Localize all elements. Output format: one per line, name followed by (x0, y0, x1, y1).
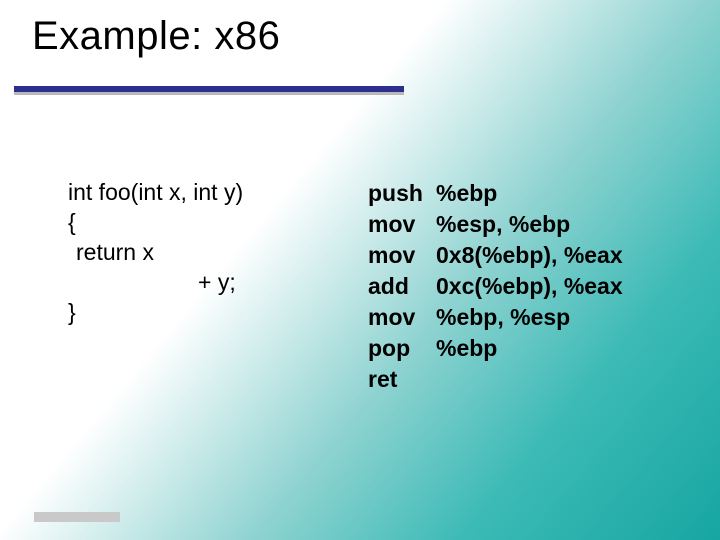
asm-line: mov%ebp, %esp (368, 302, 623, 333)
slide-title: Example: x86 (32, 14, 280, 59)
asm-op: ret (368, 364, 436, 395)
asm-op: mov (368, 209, 436, 240)
source-code-block: int foo(int x, int y) { return x + y; } (68, 178, 368, 327)
asm-args: %ebp (436, 335, 497, 361)
assembly-block: push%ebp mov%esp, %ebp mov0x8(%ebp), %ea… (368, 178, 623, 395)
asm-op: mov (368, 240, 436, 271)
title-underline-shadow (14, 92, 404, 95)
asm-args: 0xc(%ebp), %eax (436, 273, 623, 299)
slide: Example: x86 int foo(int x, int y) { ret… (0, 0, 720, 540)
asm-op: add (368, 271, 436, 302)
footer-accent (34, 512, 120, 522)
asm-line: mov%esp, %ebp (368, 209, 623, 240)
asm-args: %ebp (436, 180, 497, 206)
asm-line: pop%ebp (368, 333, 623, 364)
asm-line: ret (368, 364, 623, 395)
asm-args: %ebp, %esp (436, 304, 570, 330)
code-line: + y; (68, 268, 368, 298)
asm-args: %esp, %ebp (436, 211, 570, 237)
asm-op: pop (368, 333, 436, 364)
asm-line: push%ebp (368, 178, 623, 209)
asm-op: push (368, 178, 436, 209)
code-line: return x (68, 238, 368, 268)
asm-line: add0xc(%ebp), %eax (368, 271, 623, 302)
asm-line: mov0x8(%ebp), %eax (368, 240, 623, 271)
code-line: int foo(int x, int y) (68, 178, 368, 208)
code-line: } (68, 298, 368, 328)
asm-args: 0x8(%ebp), %eax (436, 242, 623, 268)
code-line: { (68, 208, 368, 238)
asm-op: mov (368, 302, 436, 333)
